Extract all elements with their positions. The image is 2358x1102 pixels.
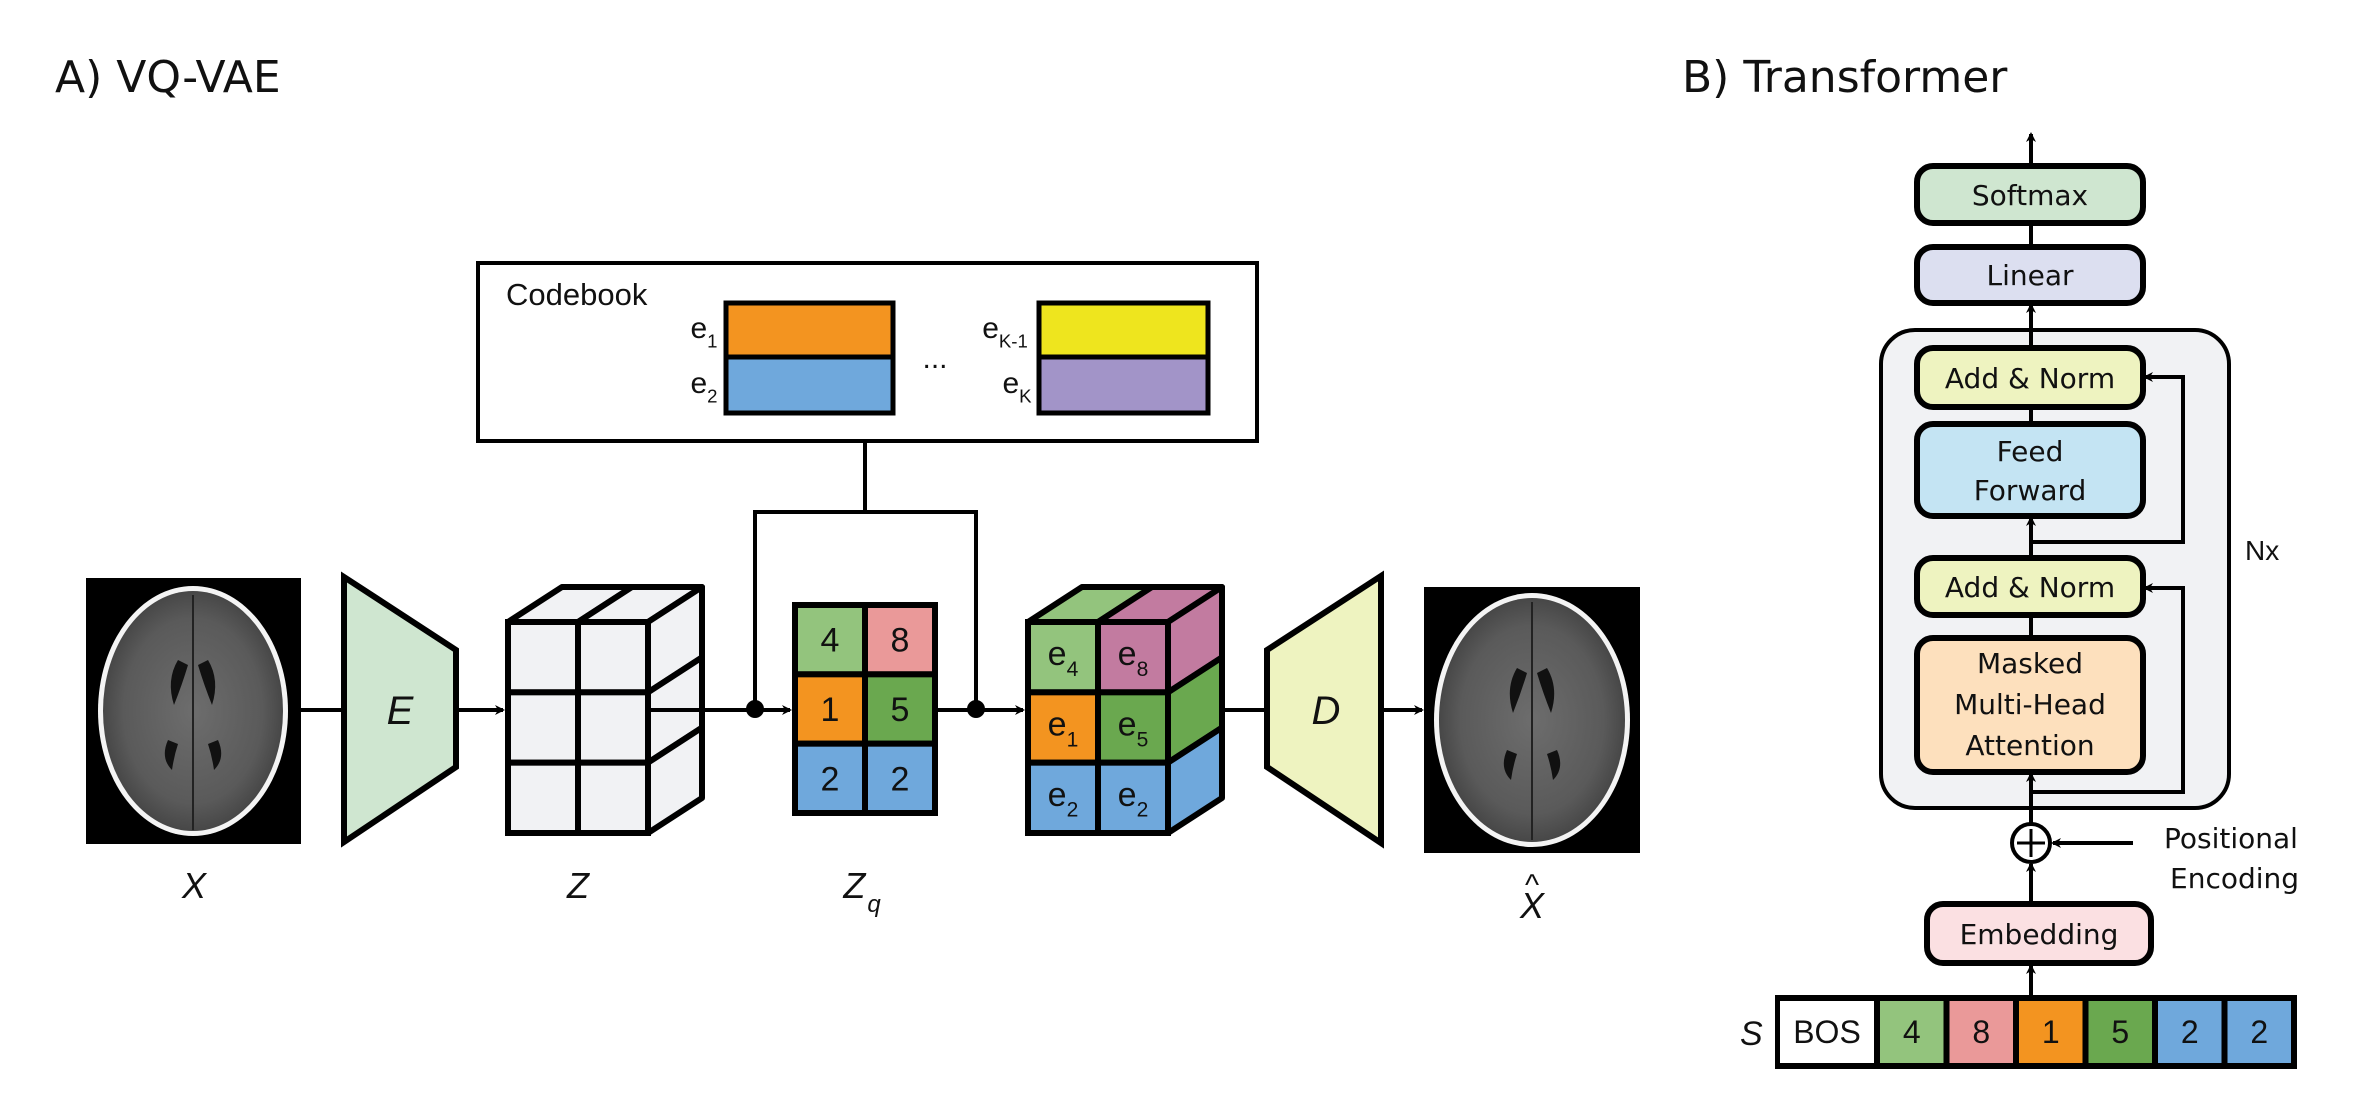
codebook-entry-swatch bbox=[1036, 354, 1211, 416]
add-norm-top-label: Add & Norm bbox=[1945, 362, 2115, 395]
cube-front-cell bbox=[575, 759, 651, 837]
output-mri-image bbox=[1424, 587, 1640, 853]
sequence-token-label: 1 bbox=[2042, 1014, 2060, 1050]
codebook-ellipsis: ... bbox=[922, 342, 947, 375]
add-positional-icon bbox=[2010, 822, 2052, 864]
cube-front-cell bbox=[505, 619, 581, 696]
decoder-label: D bbox=[1312, 689, 1341, 733]
sequence-token-label: 2 bbox=[2181, 1014, 2199, 1050]
quantized-label-main: Z bbox=[842, 865, 866, 906]
input-label: X bbox=[181, 865, 208, 906]
linear-label: Linear bbox=[1986, 259, 2074, 292]
quantized-cell-index: 1 bbox=[821, 691, 840, 729]
codebook-entry-swatch bbox=[1036, 300, 1211, 360]
token-sequence: BOS 4 8 1 5 2 2 bbox=[1775, 995, 2297, 1069]
diagram-canvas: A) VQ-VAE B) Transformer X E Z Codebook … bbox=[55, 52, 2299, 1069]
quantized-cell-index: 2 bbox=[821, 760, 840, 798]
panel-title-vqvae: A) VQ-VAE bbox=[55, 52, 281, 103]
sequence-token-label: 5 bbox=[2111, 1014, 2129, 1050]
sequence-token-label: 8 bbox=[1972, 1014, 1990, 1050]
add-norm-bottom-label: Add & Norm bbox=[1945, 571, 2115, 604]
quantized-cell-index: 2 bbox=[891, 760, 910, 798]
positional-encoding-line1: Positional bbox=[2164, 822, 2298, 855]
quantized-label: Zq bbox=[842, 865, 881, 918]
embedded-cube: e4 e8e1 e5e2 e2 bbox=[1025, 584, 1225, 837]
cube-front-cell bbox=[575, 689, 651, 766]
sequence-token-label: 4 bbox=[1903, 1014, 1921, 1050]
latent-label: Z bbox=[566, 865, 590, 906]
feed-forward-label-line2: Forward bbox=[1974, 474, 2087, 507]
sequence-token-label: 2 bbox=[2250, 1014, 2268, 1050]
attention-label-line2: Multi-Head bbox=[1954, 688, 2106, 721]
output-label: X bbox=[1519, 885, 1546, 926]
quantized-cell-index: 5 bbox=[891, 691, 910, 729]
panel-title-transformer: B) Transformer bbox=[1682, 52, 2008, 103]
input-mri-image bbox=[86, 578, 301, 844]
encoder-label: E bbox=[387, 689, 415, 733]
codebook-entry-swatch bbox=[723, 300, 896, 360]
attention-label-line1: Masked bbox=[1977, 647, 2083, 680]
sequence-token-label: BOS bbox=[1793, 1014, 1861, 1050]
cube-front-cell bbox=[505, 689, 581, 766]
quantized-label-sub: q bbox=[867, 891, 881, 918]
quantized-cell-index: 4 bbox=[821, 622, 840, 660]
feed-forward-label-line1: Feed bbox=[1997, 435, 2064, 468]
codebook-title: Codebook bbox=[506, 277, 648, 312]
codebook-entry-swatch bbox=[723, 354, 896, 416]
sequence-label: S bbox=[1740, 1015, 1763, 1053]
cube-front-cell bbox=[575, 619, 651, 696]
softmax-label: Softmax bbox=[1972, 179, 2088, 212]
attention-label-line3: Attention bbox=[1965, 729, 2094, 762]
repeat-label: Nx bbox=[2245, 535, 2279, 566]
positional-encoding-line2: Encoding bbox=[2170, 862, 2299, 895]
quantized-cell-index: 8 bbox=[891, 622, 910, 660]
quantized-grid: 4 8 1 5 2 2 bbox=[792, 602, 938, 817]
embedding-label: Embedding bbox=[1960, 918, 2119, 951]
cube-front-cell bbox=[505, 759, 581, 837]
